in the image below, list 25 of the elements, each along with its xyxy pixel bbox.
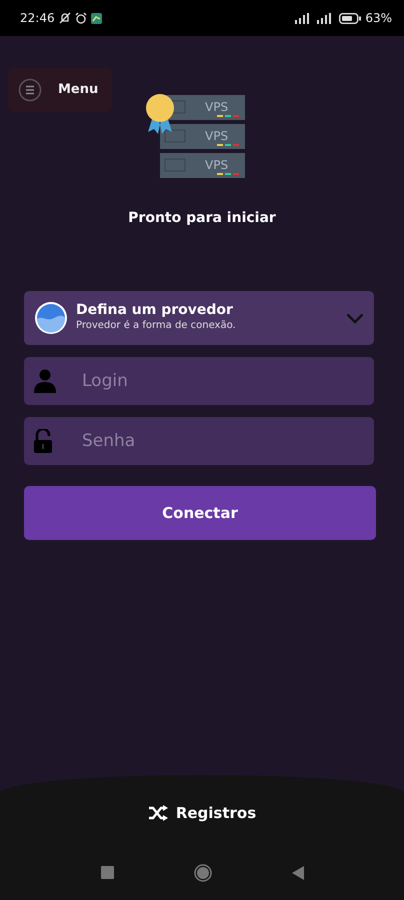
- provider-logo-icon: [34, 301, 68, 335]
- input-field[interactable]: Login: [24, 357, 374, 405]
- input-field[interactable]: Senha: [24, 417, 374, 465]
- home-icon[interactable]: [194, 864, 212, 882]
- server-rack-drawing: VPS VPS VPS: [145, 91, 245, 179]
- logs-button[interactable]: Registros: [142, 801, 262, 826]
- alarm-icon: [74, 12, 87, 24]
- battery-level: 63%: [365, 10, 392, 27]
- connect-button[interactable]: Conectar: [24, 486, 376, 540]
- recents-icon[interactable]: [100, 866, 114, 879]
- provider-selector[interactable]: Defina um provedor Provedor é a forma de conexão.: [24, 291, 374, 345]
- screen-title: Pronto para iniciar: [128, 209, 276, 228]
- provider-title: Defina um provedor: [76, 302, 234, 318]
- shuffle-icon: [148, 805, 168, 822]
- clock: 22:46: [20, 10, 55, 27]
- unlocked-padlock-icon: [34, 429, 52, 453]
- provider-subtitle: Provedor é a forma de conexão.: [76, 319, 237, 334]
- battery-icon: [339, 12, 362, 24]
- chevron-down-icon: [346, 312, 364, 324]
- menu-button[interactable]: Menu: [8, 68, 112, 112]
- user-icon: [34, 369, 56, 393]
- back-icon[interactable]: [292, 866, 304, 880]
- app-icon: [90, 12, 102, 24]
- menu-icon: [18, 78, 42, 102]
- bell-off-icon: [58, 12, 71, 24]
